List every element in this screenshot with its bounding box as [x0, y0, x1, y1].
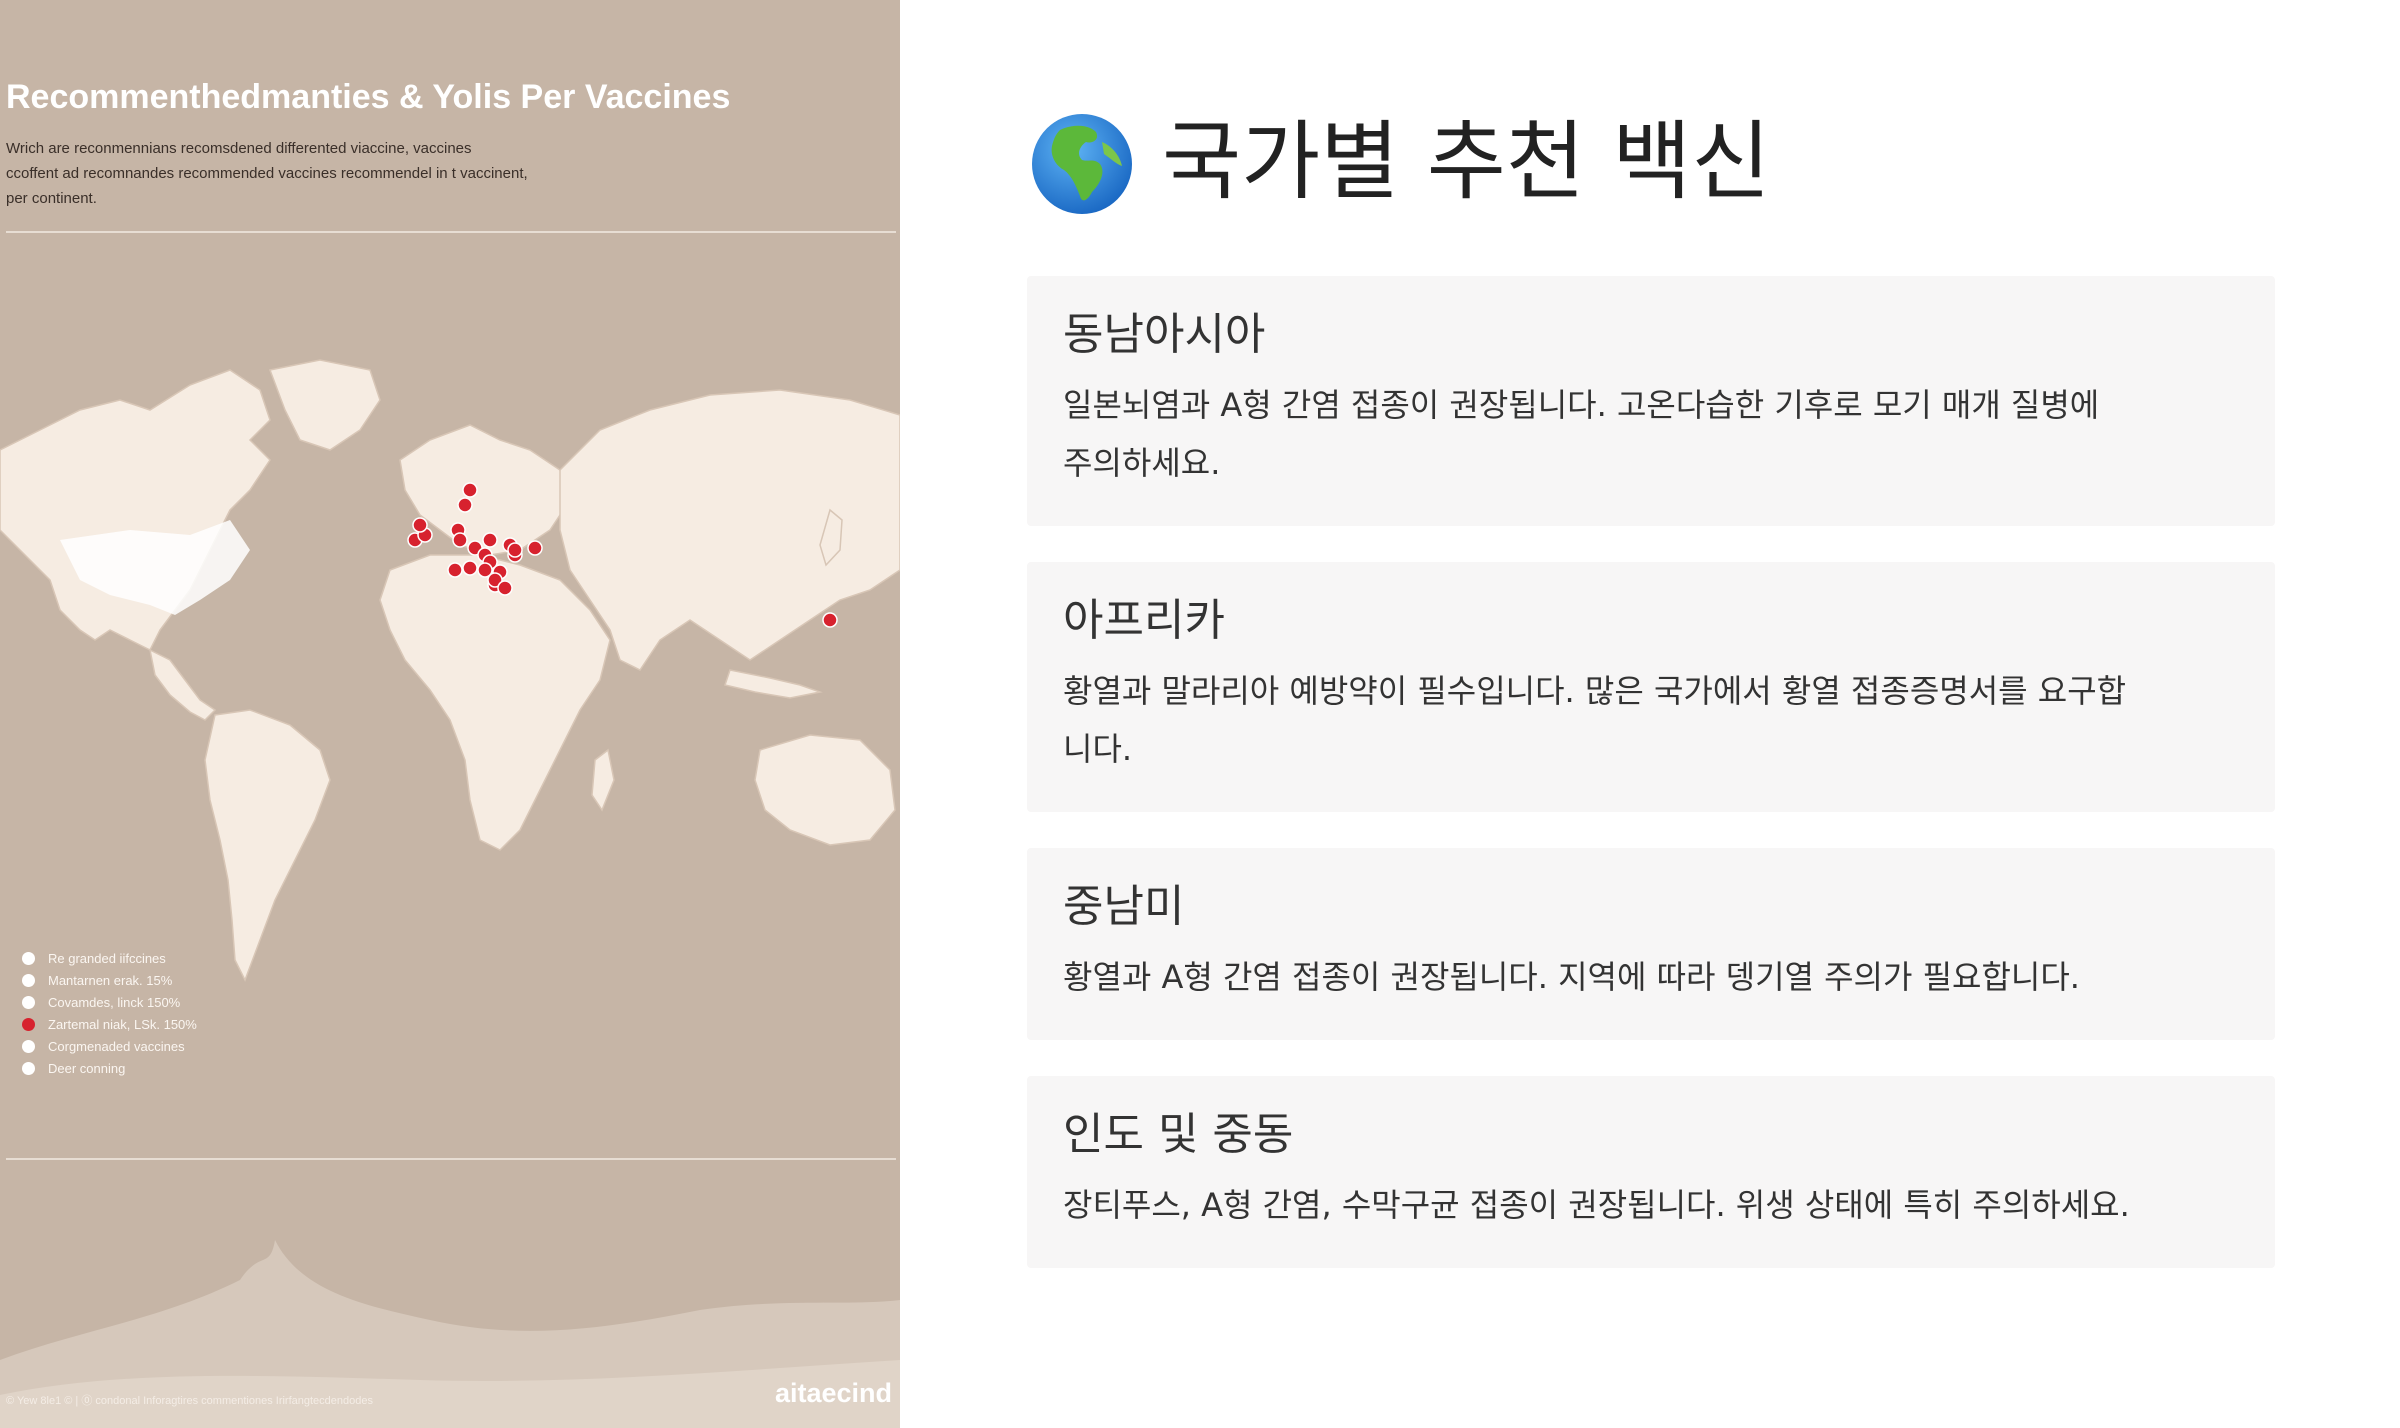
- map-legend: Re granded iifccines Mantarnen erak. 15%…: [22, 947, 197, 1079]
- legend-label: Mantarnen erak. 15%: [48, 972, 173, 988]
- divider: [6, 231, 896, 233]
- region-card-text-line: 일본뇌염과 A형 간염 접종이 권장됩니다. 고온다습한 기후로 모기 매개 질…: [1063, 386, 2100, 424]
- legend-item: Corgmenaded vaccines: [22, 1035, 197, 1057]
- region-card-africa: 아프리카 황열과 말라리아 예방약이 필수입니다. 많은 국가에서 황열 접종증…: [1027, 562, 2275, 812]
- region-card-india-middle-east: 인도 및 중동 장티푸스, A형 간염, 수막구균 접종이 권장됩니다. 위생 …: [1027, 1076, 2275, 1268]
- map-marker: [447, 562, 463, 578]
- legend-label: Deer conning: [48, 1060, 126, 1076]
- legend-dot: [22, 995, 35, 1009]
- map-marker: [527, 540, 543, 556]
- region-card-text: 황열과 말라리아 예방약이 필수입니다. 많은 국가에서 황열 접종증명서를 요…: [1063, 662, 2237, 778]
- legend-label: Zartemal niak, LSk. 150%: [48, 1016, 197, 1032]
- infographic-brand-logo: aitaecind: [774, 1378, 892, 1408]
- region-card-text-line: 장티푸스, A형 간염, 수막구균 접종이 권장됩니다. 위생 상태에 특히 주…: [1063, 1186, 2130, 1224]
- map-marker: [462, 482, 478, 498]
- legend-item: Mantarnen erak. 15%: [22, 969, 197, 991]
- region-card-title: 아프리카: [1063, 595, 1225, 646]
- legend-item: Covamdes, linck 150%: [22, 991, 197, 1013]
- legend-dot: [22, 951, 35, 965]
- region-card-text: 일본뇌염과 A형 간염 접종이 권장됩니다. 고온다습한 기후로 모기 매개 질…: [1063, 376, 2237, 492]
- region-card-southeast-asia: 동남아시아 일본뇌염과 A형 간염 접종이 권장됩니다. 고온다습한 기후로 모…: [1027, 276, 2275, 526]
- legend-dot: [22, 1061, 35, 1075]
- region-card-latin-america: 중남미 황열과 A형 간염 접종이 권장됩니다. 지역에 따라 뎅기열 주의가 …: [1027, 848, 2275, 1040]
- infographic-description-line: ccoffent ad recomnandes recommended vacc…: [6, 165, 528, 182]
- legend-item: Re granded iifccines: [22, 947, 197, 969]
- map-greenland: [268, 359, 381, 451]
- infographic-image: Recommenthedmanties & Yolis Per Vaccines…: [0, 0, 900, 1428]
- legend-dot: [22, 1017, 35, 1031]
- globe-icon: [1032, 114, 1132, 214]
- map-marker: [482, 532, 498, 548]
- region-card-text: 장티푸스, A형 간염, 수막구균 접종이 권장됩니다. 위생 상태에 특히 주…: [1063, 1176, 2237, 1234]
- infographic-title: Recommenthedmanties & Yolis Per Vaccines: [6, 78, 731, 116]
- map-marker: [412, 517, 428, 533]
- map-asia: [559, 389, 900, 671]
- map-marker: [822, 612, 838, 628]
- legend-dot: [22, 973, 35, 987]
- infographic-description-line: per continent.: [6, 190, 97, 207]
- map-marker: [507, 542, 523, 558]
- region-card-title: 인도 및 중동: [1063, 1109, 1294, 1160]
- region-card-text-line: 주의하세요.: [1063, 444, 1221, 482]
- infographic-description-line: Wrich are reconmennians recomsdened diff…: [6, 140, 472, 157]
- legend-label: Corgmenaded vaccines: [48, 1038, 185, 1054]
- region-card-title: 동남아시아: [1063, 309, 1266, 360]
- map-indonesia: [724, 669, 823, 699]
- map-australia: [754, 734, 896, 846]
- legend-item: Zartemal niak, LSk. 150%: [22, 1013, 197, 1035]
- map-marker: [497, 580, 513, 596]
- region-card-title: 중남미: [1063, 881, 1185, 932]
- legend-label: Covamdes, linck 150%: [48, 994, 181, 1010]
- divider: [6, 1158, 896, 1160]
- region-card-text: 황열과 A형 간염 접종이 권장됩니다. 지역에 따라 뎅기열 주의가 필요합니…: [1063, 948, 2237, 1006]
- map-marker: [457, 497, 473, 513]
- map-marker: [462, 560, 478, 576]
- infographic-description: Wrich are reconmennians recomsdened diff…: [6, 136, 606, 211]
- map-central-america: [148, 648, 217, 721]
- region-card-list: 동남아시아 일본뇌염과 A형 간염 접종이 권장됩니다. 고온다습한 기후로 모…: [1027, 276, 2275, 1304]
- map-africa: [379, 554, 611, 851]
- page-title: 국가별 추천 백신: [1162, 112, 1771, 212]
- legend-label: Re granded iifccines: [48, 950, 166, 966]
- infographic-footnote: © Yew 8le1 © | ⓪ condonal Inforagtires c…: [6, 1395, 374, 1407]
- legend-item: Deer conning: [22, 1057, 197, 1079]
- region-card-text-line: 니다.: [1063, 730, 1133, 768]
- world-map: [0, 359, 900, 982]
- region-card-text-line: 황열과 말라리아 예방약이 필수입니다. 많은 국가에서 황열 접종증명서를 요…: [1063, 672, 2127, 710]
- region-card-text-line: 황열과 A형 간염 접종이 권장됩니다. 지역에 따라 뎅기열 주의가 필요합니…: [1063, 958, 2080, 996]
- legend-dot: [22, 1039, 35, 1053]
- map-marker: [452, 532, 468, 548]
- map-north-america: [0, 369, 271, 652]
- map-madagascar: [591, 748, 615, 812]
- map-south-america: [204, 709, 331, 982]
